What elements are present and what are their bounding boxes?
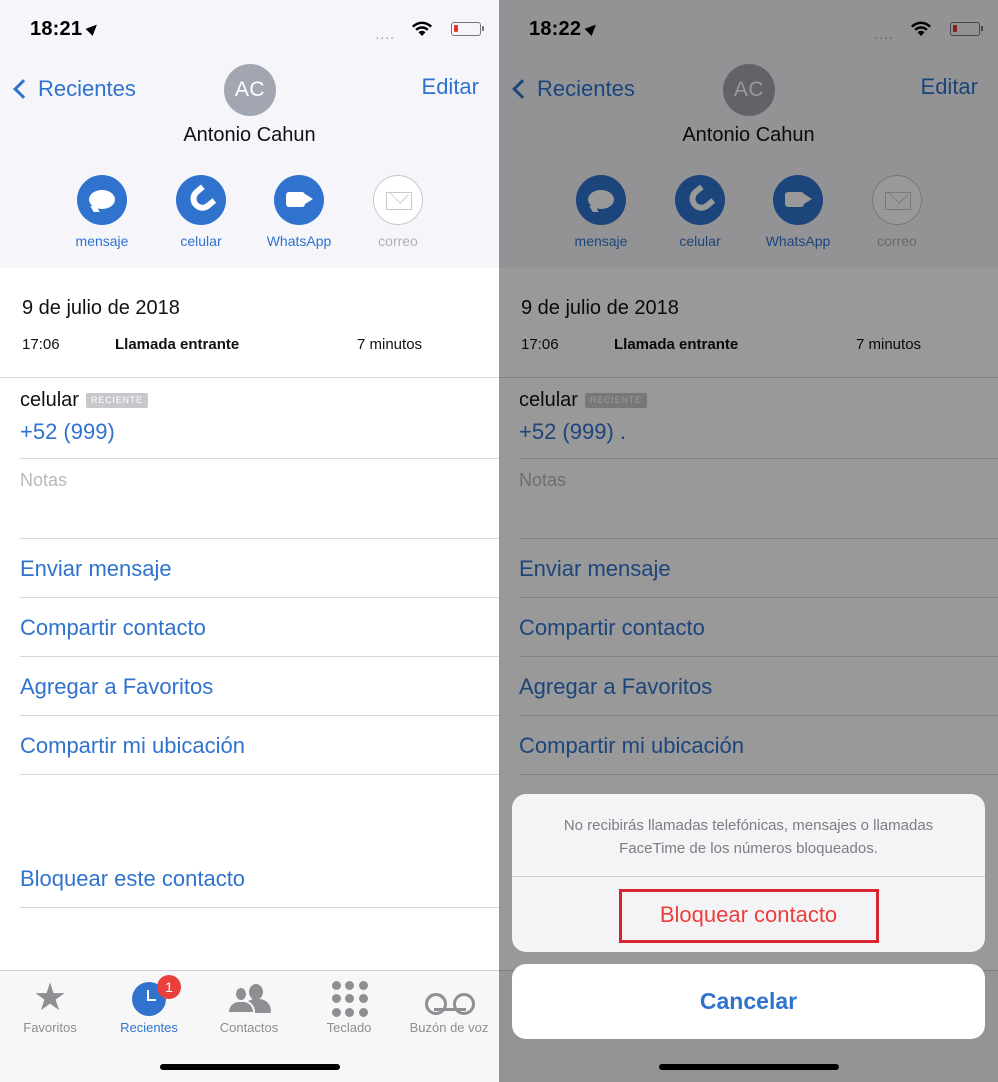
tab-label: Favoritos: [23, 1020, 77, 1035]
phone-number[interactable]: +52 (999): [20, 419, 115, 445]
share-contact-link[interactable]: Compartir contacto: [20, 615, 206, 641]
tab-recents[interactable]: 1 Recientes: [99, 975, 199, 1035]
mail-action-label: correo: [378, 233, 418, 249]
keypad-icon: [332, 981, 368, 1017]
divider: [0, 377, 499, 378]
divider: [20, 597, 499, 598]
tab-label: Buzón de voz: [409, 1020, 489, 1035]
action-sheet: No recibirás llamadas telefónicas, mensa…: [512, 794, 985, 952]
tab-favorites[interactable]: ★ Favoritos: [0, 979, 100, 1035]
status-bar: 18:21 ....: [30, 18, 484, 44]
phone-icon: [185, 184, 217, 216]
add-favorites-link[interactable]: Agregar a Favoritos: [20, 674, 213, 700]
call-time: 17:06: [22, 336, 60, 353]
divider: [20, 907, 499, 908]
highlight-annotation: [619, 889, 879, 943]
tab-label: Contactos: [219, 1020, 279, 1035]
tab-voicemail[interactable]: Buzón de voz: [399, 979, 499, 1035]
video-action[interactable]: WhatsApp: [249, 175, 349, 249]
home-indicator: [160, 1064, 340, 1070]
video-action-label: WhatsApp: [266, 233, 332, 249]
message-action-label: mensaje: [75, 233, 129, 249]
call-duration: 7 minutos: [357, 336, 423, 353]
call-date: 9 de julio de 2018: [22, 297, 180, 319]
left-screen: 18:21 .... Recientes Editar AC Antonio C…: [0, 0, 499, 1082]
phone-label: celular: [20, 389, 79, 411]
block-contact-link[interactable]: Bloquear este contacto: [20, 866, 245, 892]
signal-dots: ....: [375, 26, 395, 42]
share-location-link[interactable]: Compartir mi ubicación: [20, 733, 245, 759]
notes-field[interactable]: Notas: [20, 470, 67, 491]
back-button[interactable]: Recientes: [10, 74, 136, 104]
cancel-button[interactable]: Cancelar: [512, 964, 985, 1039]
action-sheet-message: No recibirás llamadas telefónicas, mensa…: [563, 817, 934, 857]
call-action[interactable]: celular: [151, 175, 251, 249]
call-action-label: celular: [180, 233, 222, 249]
tab-keypad[interactable]: Teclado: [299, 979, 399, 1035]
call-type: Llamada entrante: [115, 336, 240, 353]
back-label: Recientes: [38, 76, 136, 101]
video-camera-icon: [286, 192, 305, 207]
avatar: AC: [224, 64, 276, 116]
recent-badge: RECIENTE: [86, 393, 148, 408]
star-icon: ★: [32, 977, 68, 1019]
voicemail-icon: [425, 993, 475, 1015]
chevron-left-icon: [13, 79, 33, 99]
status-time: 18:21: [30, 18, 83, 40]
tab-label: Teclado: [326, 1020, 372, 1035]
edit-button[interactable]: Editar: [422, 74, 479, 100]
call-circle: [176, 175, 226, 225]
home-indicator: [659, 1064, 839, 1070]
notification-badge: 1: [157, 975, 181, 999]
divider: [20, 656, 499, 657]
divider: [20, 458, 499, 459]
cancel-label: Cancelar: [699, 988, 798, 1014]
right-screen: 18:22 .... Recientes Editar AC Antonio C…: [499, 0, 998, 1082]
send-message-link[interactable]: Enviar mensaje: [20, 556, 172, 582]
mail-action: correo: [348, 175, 448, 249]
divider: [20, 538, 499, 539]
divider: [20, 715, 499, 716]
mail-icon: [386, 192, 412, 210]
message-bubble-icon: [89, 190, 115, 209]
contacts-icon: [225, 984, 273, 1014]
contact-name: Antonio Cahun: [183, 124, 316, 146]
location-arrow-icon: [85, 21, 101, 36]
message-action[interactable]: mensaje: [52, 175, 152, 249]
wifi-icon: [412, 21, 432, 36]
tab-contacts[interactable]: Contactos: [199, 979, 299, 1035]
battery-icon: [451, 22, 484, 36]
divider: [20, 774, 499, 775]
tab-label: Recientes: [120, 1020, 178, 1035]
message-circle: [77, 175, 127, 225]
mail-circle: [373, 175, 423, 225]
video-circle: [274, 175, 324, 225]
